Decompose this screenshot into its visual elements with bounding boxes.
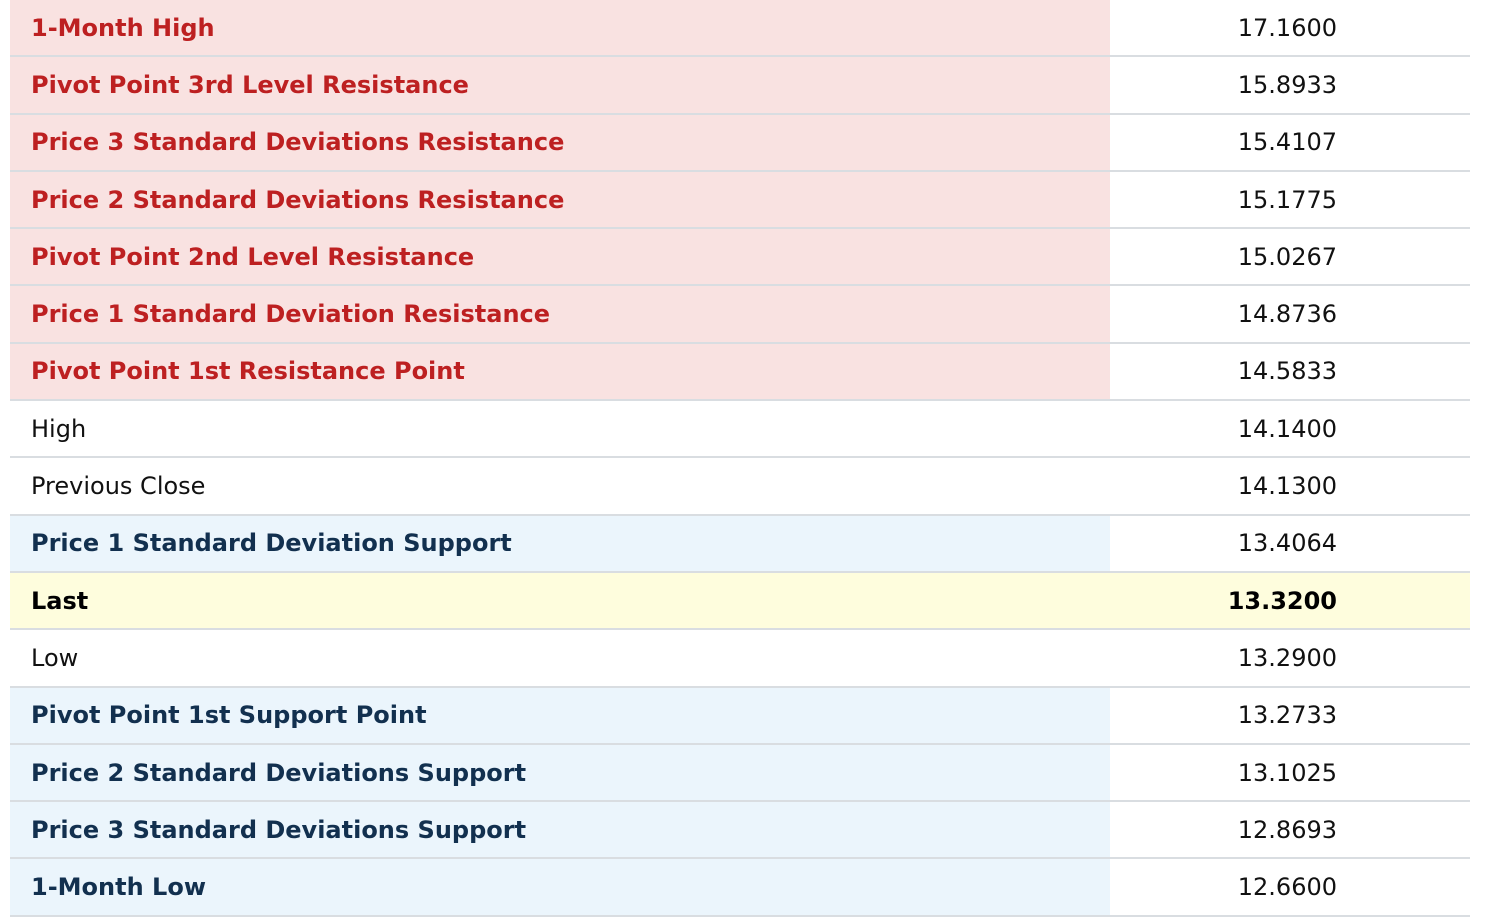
row-label: Low [31,643,79,672]
row-value: 14.1400 [1110,401,1470,457]
table-row: Pivot Point 1st Resistance Point 14.5833 [10,343,1470,402]
row-label: Price 3 Standard Deviations Resistance [10,114,1110,170]
table-row: Previous Close 14.1300 [10,458,1470,516]
row-value: 13.3200 [1110,572,1470,629]
row-value: 14.5833 [1110,343,1470,400]
row-value: 15.4107 [1110,114,1470,170]
table-row: High 14.1400 [10,401,1470,459]
row-value: 14.1300 [1110,458,1470,514]
row-value: 15.8933 [1110,57,1470,113]
row-value: 12.6600 [1110,859,1470,915]
table-row: Pivot Point 2nd Level Resistance 15.0267 [10,229,1470,287]
row-label: Pivot Point 2nd Level Resistance [10,229,1110,285]
table-row: Low 13.2900 [10,630,1470,688]
row-value: 13.2900 [1110,630,1470,686]
row-label: Pivot Point 1st Support Point [10,687,1110,743]
row-value: 13.2733 [1110,687,1470,743]
table-row: Price 1 Standard Deviation Support 13.40… [10,515,1470,573]
row-label: Pivot Point 1st Resistance Point [10,343,1110,400]
table-row: Last 13.3200 [10,572,1470,631]
row-value: 13.4064 [1110,515,1470,571]
row-label: High [31,414,87,443]
row-value: 13.1025 [1110,744,1470,801]
row-label: Price 2 Standard Deviations Support [10,744,1110,801]
row-label: Pivot Point 3rd Level Resistance [10,57,1110,113]
row-label: Last [10,572,1110,629]
table-row: 1-Month Low 12.6600 [10,859,1470,917]
row-value: 15.0267 [1110,229,1470,285]
row-label: Price 1 Standard Deviation Resistance [10,286,1110,342]
table-row: Price 2 Standard Deviations Resistance 1… [10,171,1470,230]
table-row: Price 3 Standard Deviations Resistance 1… [10,114,1470,172]
row-label: Price 3 Standard Deviations Support [10,802,1110,858]
row-value: 17.1600 [1110,0,1470,56]
row-value: 12.8693 [1110,802,1470,858]
table-row: Price 1 Standard Deviation Resistance 14… [10,286,1470,344]
row-label: Price 2 Standard Deviations Resistance [10,171,1110,228]
table-row: Pivot Point 1st Support Point 13.2733 [10,687,1470,745]
table-row: Price 3 Standard Deviations Support 12.8… [10,802,1470,860]
row-value: 14.8736 [1110,286,1470,342]
price-levels-table: 1-Month High 17.1600 Pivot Point 3rd Lev… [10,0,1470,917]
row-label: Price 1 Standard Deviation Support [10,515,1110,571]
table-row: Pivot Point 3rd Level Resistance 15.8933 [10,57,1470,115]
table-row: Price 2 Standard Deviations Support 13.1… [10,744,1470,803]
table-row: 1-Month High 17.1600 [10,0,1470,58]
row-value: 15.1775 [1110,171,1470,228]
row-label: 1-Month High [10,0,1110,56]
row-label: 1-Month Low [10,859,1110,915]
row-label: Previous Close [31,472,206,501]
